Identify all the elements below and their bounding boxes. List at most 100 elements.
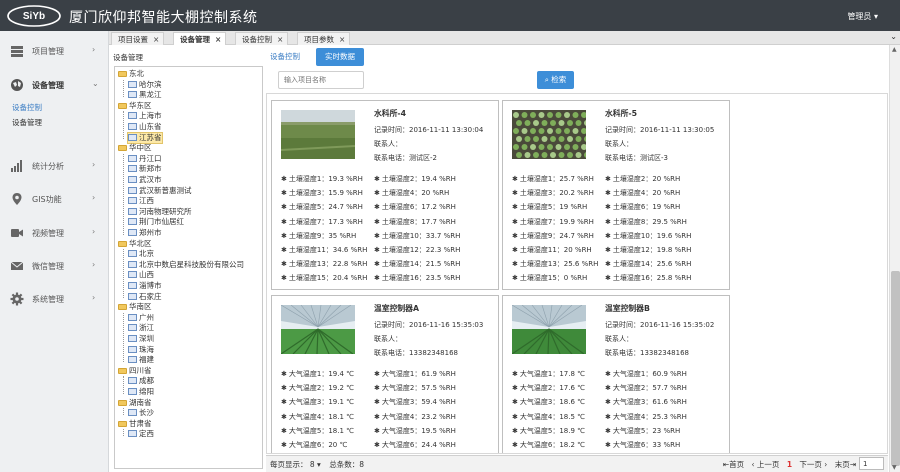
tree-folder[interactable]: 四川省 — [118, 366, 152, 376]
tree-folder[interactable]: 华南区 — [118, 302, 152, 312]
tree-guide-line — [123, 429, 124, 436]
tree-leaf[interactable]: 绵阳 — [128, 387, 154, 397]
sensor-reading: ✱ 土壤湿度8：17.7 %RH — [374, 217, 456, 226]
asterisk-icon: ✱ — [281, 426, 287, 435]
device-card[interactable]: 温室控制器B 记录时间：2016-11-16 15:35:02 联系人： 联系电话：1… — [502, 295, 730, 453]
sidebar-item-wechat[interactable]: 微信管理 › — [0, 251, 109, 281]
device-card[interactable]: 水科所-5 记录时间：2016-11-11 13:30:05 联系人： 联系电话：测试… — [502, 100, 730, 290]
tree-leaf[interactable]: 定西 — [128, 429, 154, 439]
device-card[interactable]: 温室控制器A 记录时间：2016-11-16 15:35:03 联系人： 联系电话：1… — [271, 295, 499, 453]
asterisk-icon: ✱ — [374, 274, 380, 283]
close-icon[interactable]: × — [215, 35, 221, 44]
tree-guide-line — [123, 153, 124, 235]
asterisk-icon: ✱ — [512, 398, 518, 407]
tree-leaf[interactable]: 浙江 — [128, 323, 154, 333]
tree-leaf[interactable]: 武汉市 — [128, 175, 162, 185]
tree-node-label: 珠海 — [139, 344, 154, 354]
sidebar-item-system[interactable]: 系统管理 › — [0, 284, 109, 314]
tab-device-management[interactable]: 设备管理 × — [173, 32, 227, 45]
tree-node-label: 北京 — [139, 249, 154, 259]
tree-leaf[interactable]: 广州 — [128, 313, 154, 323]
scrollbar[interactable]: ▲ ▼ — [889, 45, 900, 472]
scroll-up-icon[interactable]: ▲ — [892, 46, 897, 53]
tree-folder[interactable]: 华东区 — [118, 101, 152, 111]
user-menu[interactable]: 管理员 ▾ — [847, 11, 878, 22]
tree-leaf[interactable]: 北京 — [128, 249, 154, 259]
scroll-down-icon[interactable]: ▼ — [892, 464, 897, 471]
tree-leaf[interactable]: 北京中数启星科技股份有限公司 — [128, 260, 244, 270]
contact-phone: 联系电话：13382348168 — [605, 349, 689, 357]
sidebar-item-label: 项目管理 — [32, 47, 64, 56]
sidebar-subitem-device-manage[interactable]: 设备管理 — [12, 117, 42, 128]
tab-project-params[interactable]: 项目参数 × — [297, 32, 351, 45]
tree-leaf[interactable]: 郑州市 — [128, 228, 162, 238]
subtab-device-control[interactable]: 设备控制 — [270, 51, 300, 62]
tree-node-label: 新郑市 — [139, 164, 162, 174]
tree-leaf[interactable]: 福建 — [128, 355, 154, 365]
close-icon[interactable]: × — [339, 35, 345, 44]
tree-leaf[interactable]: 山西 — [128, 270, 154, 280]
device-icon — [128, 356, 137, 364]
sidebar-subitem-device-control[interactable]: 设备控制 — [12, 102, 42, 113]
tab-project-settings[interactable]: 项目设置 × — [111, 32, 165, 45]
close-icon[interactable]: × — [153, 35, 159, 44]
tree-leaf[interactable]: 黑龙江 — [128, 90, 162, 100]
tree-folder[interactable]: 湖南省 — [118, 398, 152, 408]
asterisk-icon: ✱ — [281, 370, 287, 378]
sensor-reading: ✱ 土壤湿度6：17.2 %RH — [374, 203, 456, 212]
sensor-reading: ✱ 大气湿度5：23 %RH — [605, 426, 681, 435]
gear-icon — [10, 292, 24, 306]
tree-leaf[interactable]: 上海市 — [128, 111, 162, 121]
tree-leaf[interactable]: 淄博市 — [128, 281, 162, 291]
tree-leaf[interactable]: 成都 — [128, 376, 154, 386]
sensor-reading: ✱ 土壤湿度16：25.8 %RH — [605, 274, 692, 283]
asterisk-icon: ✱ — [281, 231, 287, 240]
sidebar-item-gis[interactable]: GIS功能 › — [0, 184, 109, 214]
first-page-link[interactable]: ⇤首页 — [723, 460, 744, 469]
asterisk-icon: ✱ — [605, 412, 611, 421]
page-number-input[interactable]: 1 — [859, 457, 884, 470]
tree-node-label: 绵阳 — [139, 387, 154, 396]
search-input[interactable] — [278, 71, 364, 89]
tree-leaf[interactable]: 长沙 — [128, 408, 154, 418]
search-button[interactable]: ⌕ 检索 — [537, 71, 574, 89]
tree-leaf[interactable]: 珠海 — [128, 345, 154, 355]
sidebar-item-device[interactable]: 设备管理 ⌄ — [0, 70, 109, 100]
subtab-realtime-data[interactable]: 实时数据 — [316, 48, 364, 66]
sidebar-item-stats[interactable]: 统计分析 › — [0, 151, 109, 181]
tree-folder[interactable]: 华中区 — [118, 143, 152, 153]
tree-folder[interactable]: 甘肃省 — [118, 419, 152, 429]
tree-leaf[interactable]: 丹江口 — [128, 154, 162, 164]
tree-leaf[interactable]: 江苏省 — [127, 131, 163, 144]
tree-leaf[interactable]: 石家庄 — [128, 292, 162, 302]
tree-leaf[interactable]: 河南物理研究所 — [128, 207, 192, 217]
sensor-reading: ✱ 土壤湿度2：19.4 %RH — [374, 175, 456, 183]
sensor-reading: ✱ 土壤湿度11：20 %RH — [512, 246, 592, 254]
close-icon[interactable]: × — [277, 35, 283, 44]
asterisk-icon: ✱ — [374, 370, 380, 378]
tabs-dropdown-icon[interactable]: ⌄ — [890, 32, 897, 41]
current-page[interactable]: 1 — [787, 460, 792, 469]
sidebar-item-project[interactable]: 项目管理 › — [0, 36, 109, 66]
tree-leaf[interactable]: 哈尔滨 — [128, 80, 162, 90]
tree-leaf[interactable]: 山东省 — [128, 122, 162, 132]
device-card[interactable]: 水科所-4 记录时间：2016-11-11 13:30:04 联系人： 联系电话：测试… — [271, 100, 499, 290]
asterisk-icon: ✱ — [512, 203, 518, 212]
device-photo — [281, 110, 355, 159]
tree-leaf[interactable]: 新郑市 — [128, 164, 162, 174]
device-icon — [128, 154, 137, 162]
last-page-link[interactable]: 末页⇥ — [835, 460, 856, 469]
sensor-reading: ✱ 大气湿度1：61.9 %RH — [374, 370, 456, 378]
tree-folder[interactable]: 东北 — [118, 69, 144, 79]
tree-leaf[interactable]: 深圳 — [128, 334, 154, 344]
device-icon — [128, 218, 137, 226]
sidebar-item-video[interactable]: 视频管理 › — [0, 218, 109, 248]
tree-folder[interactable]: 华北区 — [118, 239, 152, 249]
tab-device-control[interactable]: 设备控制 × — [235, 32, 289, 45]
scroll-thumb[interactable] — [891, 271, 900, 466]
tree-leaf[interactable]: 荆门市仙居红 — [128, 217, 184, 227]
next-page-link[interactable]: 下一页 › — [799, 460, 827, 469]
tree-leaf[interactable]: 江西 — [128, 196, 154, 206]
tree-leaf[interactable]: 武汉新普惠测试 — [128, 186, 192, 196]
prev-page-link[interactable]: ‹ 上一页 — [752, 460, 780, 469]
